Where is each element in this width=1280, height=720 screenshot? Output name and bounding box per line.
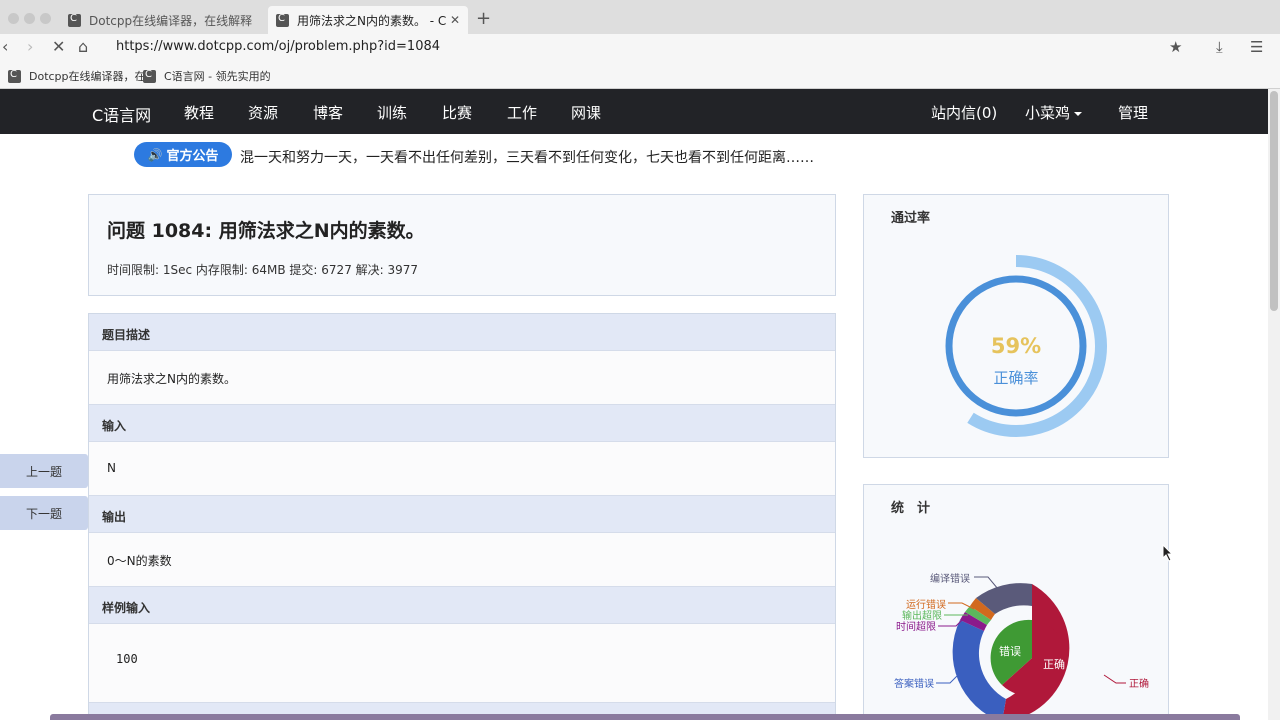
nav-item-blog[interactable]: 博客 (313, 102, 343, 123)
label-runtime-error: 运行错误 (906, 598, 946, 611)
bookmark-item[interactable]: C语言网 - 领先实用的 (143, 68, 271, 84)
notice-badge: 🔊 官方公告 (134, 142, 232, 167)
nav-user-menu[interactable]: 小菜鸡 (1025, 102, 1083, 123)
next-problem-button[interactable]: 下一题 (0, 496, 88, 530)
mouse-cursor-icon (1162, 544, 1174, 562)
inner-label-correct: 正确 (1043, 658, 1065, 671)
notice-badge-label: 官方公告 (166, 149, 219, 164)
inner-label-wrong: 错误 (999, 644, 1021, 658)
callout-line (1103, 674, 1126, 684)
section-body-output: 0～N的素数 (89, 533, 835, 587)
pass-rate-caption: 正确率 (993, 369, 1038, 387)
close-window-button[interactable] (8, 13, 19, 24)
site-favicon-icon (143, 69, 156, 83)
dock-bar (50, 714, 1240, 720)
stats-donut: 错误 正确 编译错误 运行错误 输出超限 时间超限 答案错误 正确 (894, 572, 1149, 720)
label-wrong-answer: 答案错误 (894, 677, 934, 690)
problem-meta: 时间限制: 1Sec 内存限制: 64MB 提交: 6727 解决: 3977 (107, 263, 419, 277)
section-head-output: 输出 (89, 496, 835, 533)
site-favicon-icon (8, 69, 21, 83)
back-icon[interactable]: ‹ (2, 37, 8, 56)
forward-icon[interactable]: › (27, 37, 33, 56)
problem-title: 问题 1084: 用筛法求之N内的素数。 (107, 220, 425, 242)
scrollbar-thumb[interactable] (1270, 91, 1278, 311)
user-name: 小菜鸡 (1025, 104, 1071, 122)
label-output-limit: 输出超限 (902, 609, 942, 622)
nav-item-jobs[interactable]: 工作 (507, 102, 537, 123)
tab-title: Dotcpp在线编译器，在线解释器 (89, 13, 252, 28)
label-time-limit: 时间超限 (896, 620, 936, 633)
minimize-window-button[interactable] (24, 13, 35, 24)
zoom-window-button[interactable] (40, 13, 51, 24)
section-head-sample-input: 样例输入 (89, 587, 835, 624)
pass-rate-card: 通过率 59% 正确率 (863, 194, 1169, 458)
problem-sections: 题目描述 用筛法求之N内的素数。 输入 N 输出 0～N的素数 样例输入 100 (88, 313, 836, 720)
bookmark-star-icon[interactable]: ★ (1169, 38, 1182, 56)
tab-title: 用筛法求之N内的素数。 - C语言网 (297, 13, 446, 28)
pass-rate-gauge: 59% 正确率 (945, 255, 1107, 437)
problem-header: 问题 1084: 用筛法求之N内的素数。 时间限制: 1Sec 内存限制: 64… (88, 194, 836, 296)
speaker-icon: 🔊 (147, 147, 163, 162)
tab-compiler[interactable]: Dotcpp在线编译器，在线解释器 (60, 6, 260, 34)
tab-strip: Dotcpp在线编译器，在线解释器 用筛法求之N内的素数。 - C语言网 ✕ + (0, 0, 1280, 34)
new-tab-icon[interactable]: + (476, 8, 491, 29)
url-field[interactable]: https://www.dotcpp.com/oj/problem.php?id… (116, 39, 440, 54)
section-body-description: 用筛法求之N内的素数。 (89, 351, 835, 405)
nav-admin[interactable]: 管理 (1118, 102, 1148, 123)
close-tab-icon[interactable]: ✕ (450, 13, 460, 27)
nav-item-training[interactable]: 训练 (377, 102, 407, 123)
section-body-input: N (89, 442, 835, 496)
bookmarks-bar: Dotcpp在线编译器，在 C语言网 - 领先实用的 (0, 62, 1280, 89)
nav-item-resources[interactable]: 资源 (248, 102, 278, 123)
section-body-sample-input: 100 (89, 624, 835, 703)
section-head-input: 输入 (89, 405, 835, 442)
site-brand[interactable]: C语言网 (92, 102, 151, 126)
bookmark-label: C语言网 - 领先实用的 (164, 70, 271, 83)
prev-problem-button[interactable]: 上一题 (0, 454, 88, 488)
address-bar: ‹ › ✕ ⌂ https://www.dotcpp.com/oj/proble… (0, 34, 1280, 62)
site-favicon-icon (276, 13, 289, 27)
stop-loading-icon[interactable]: ✕ (52, 37, 65, 56)
bookmark-item[interactable]: Dotcpp在线编译器，在 (8, 68, 146, 84)
nav-item-contest[interactable]: 比赛 (442, 102, 472, 123)
tab-problem[interactable]: 用筛法求之N内的素数。 - C语言网 ✕ (268, 6, 468, 34)
bookmark-label: Dotcpp在线编译器，在 (29, 70, 146, 83)
nav-item-tutorial[interactable]: 教程 (184, 102, 214, 123)
label-correct: 正确 (1129, 677, 1149, 690)
page-scrollbar[interactable] (1268, 89, 1280, 720)
stats-card: 统 计 错误 正确 编译错误 运行错误 输出超限 时间超限 答案错误 正确 (863, 484, 1169, 720)
section-head-description: 题目描述 (89, 314, 835, 351)
callout-line (974, 576, 999, 590)
site-favicon-icon (68, 13, 81, 27)
notice-text[interactable]: 混一天和努力一天，一天看不出任何差别，三天看不到任何变化，七天也看不到任何距离…… (240, 147, 814, 167)
download-icon[interactable]: ⤓ (1216, 38, 1223, 56)
home-icon[interactable]: ⌂ (78, 37, 88, 56)
menu-icon[interactable]: ☰ (1250, 38, 1263, 56)
nav-messages[interactable]: 站内信(0) (931, 102, 997, 123)
label-compile-error: 编译错误 (930, 572, 970, 585)
caret-down-icon (1074, 111, 1083, 116)
pass-rate-percent: 59% (991, 334, 1041, 358)
site-navbar: C语言网 教程 资源 博客 训练 比赛 工作 网课 站内信(0) 小菜鸡 管理 (0, 89, 1268, 134)
nav-item-courses[interactable]: 网课 (571, 102, 601, 123)
